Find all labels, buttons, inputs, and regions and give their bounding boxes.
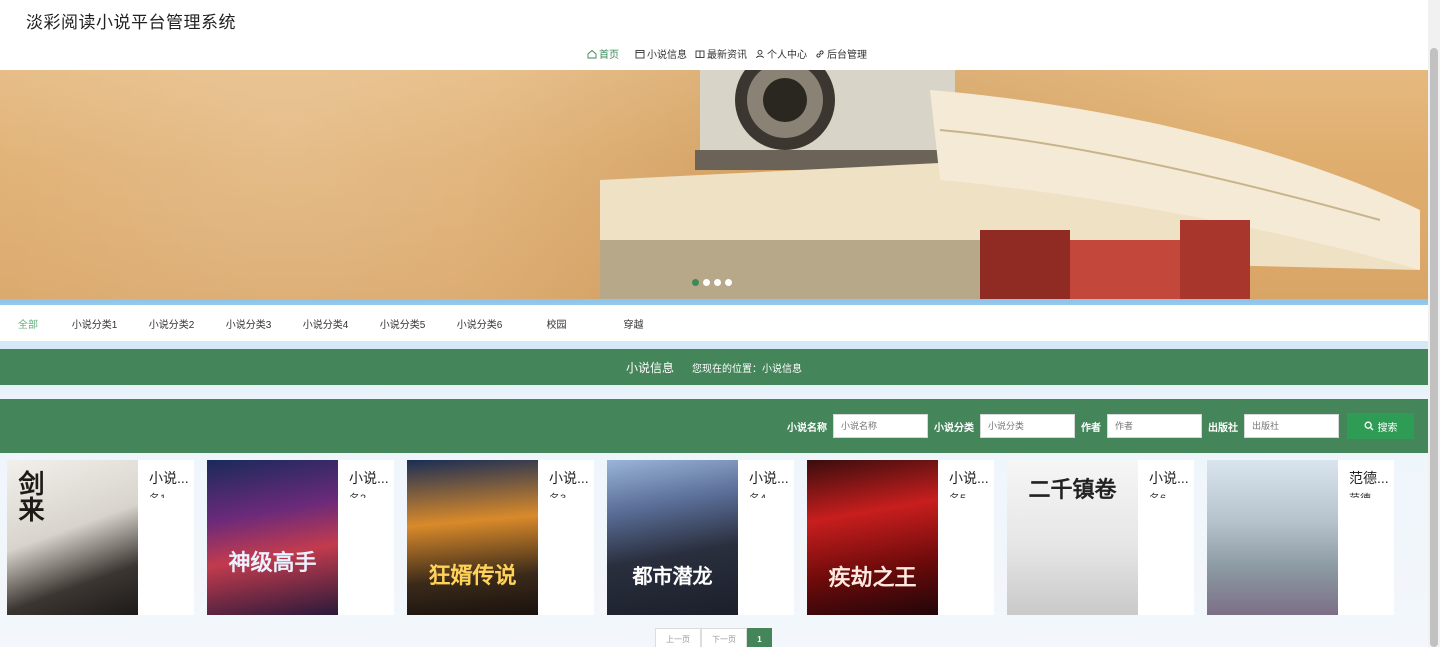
book-name[interactable]: 小说... (549, 468, 593, 488)
scrollbar[interactable] (1428, 0, 1440, 647)
section-title: 小说信息 (625, 360, 674, 375)
book-card[interactable]: 都市潜龙 小说... 名4 (607, 460, 794, 615)
book-cover-title: 二千镇卷 (1028, 477, 1117, 503)
book-name[interactable]: 小说... (949, 468, 993, 488)
calendar-icon (635, 49, 645, 58)
book-info: 小说... 名4 (738, 460, 793, 615)
book-card[interactable]: 狂婿传说 小说... 名3 (407, 460, 594, 615)
book-cover-title: 剑来 (14, 470, 44, 522)
search-icon (1364, 421, 1373, 431)
book-subtitle: 名3 (549, 490, 593, 498)
book-cover[interactable]: 疾劫之王 (807, 460, 938, 615)
section-title-bar: 小说信息 您现在的位置：小说信息 (0, 349, 1428, 385)
book-card[interactable]: 范德... 范德 (1207, 460, 1394, 615)
category-tab[interactable]: 小说分类6 (441, 316, 518, 331)
search-input-author[interactable] (1107, 414, 1202, 438)
nav-news-label: 最新资讯 (707, 50, 747, 61)
book-info: 小说... 名6 (1138, 460, 1193, 615)
book-name[interactable]: 小说... (349, 468, 393, 488)
book-info: 小说... 名5 (938, 460, 993, 615)
book-subtitle: 名1 (149, 490, 193, 498)
book-info: 小说... 名2 (338, 460, 393, 615)
category-tab[interactable]: 全部 (0, 316, 56, 331)
category-tab[interactable]: 小说分类1 (56, 316, 133, 331)
book-name[interactable]: 小说... (1149, 468, 1193, 488)
book-cover-title: 神级高手 (228, 550, 317, 576)
category-tab[interactable]: 小说分类3 (210, 316, 287, 331)
book-info: 范德... 范德 (1338, 460, 1393, 615)
main-nav: 首页 小说信息 最新资讯 个人中心 后台管理 (587, 46, 867, 61)
home-icon (587, 49, 597, 58)
search-button[interactable]: 搜索 (1347, 413, 1414, 439)
search-label-category: 小说分类 (934, 422, 974, 434)
carousel-dot-4[interactable] (725, 279, 732, 286)
nav-novels[interactable]: 小说信息 (635, 46, 687, 61)
site-title: 淡彩阅读小说平台管理系统 (26, 13, 236, 32)
search-label-publisher: 出版社 (1208, 422, 1238, 434)
user-icon (756, 49, 764, 58)
nav-profile-label: 个人中心 (767, 50, 807, 61)
book-cover[interactable]: 二千镇卷 (1007, 460, 1138, 615)
nav-admin-label: 后台管理 (827, 50, 867, 61)
book-name[interactable]: 小说... (149, 468, 193, 488)
book-subtitle: 名5 (949, 490, 993, 498)
search-input-publisher[interactable] (1244, 414, 1339, 438)
book-card[interactable]: 剑来 小说... 名1 (7, 460, 194, 615)
breadcrumb: 您现在的位置：小说信息 (692, 363, 802, 375)
banner-image (600, 70, 1420, 299)
book-card[interactable]: 神级高手 小说... 名2 (207, 460, 394, 615)
book-subtitle: 名4 (749, 490, 793, 498)
search-input-category[interactable] (980, 414, 1075, 438)
book-cover[interactable]: 剑来 (7, 460, 138, 615)
page-number-1[interactable]: 1 (747, 628, 772, 647)
nav-profile[interactable]: 个人中心 (755, 46, 807, 61)
book-list: 剑来 小说... 名1 神级高手 小说... 名2 狂婿传说 小说... 名3 都市潜龙 小说...… (7, 460, 1394, 615)
book-card[interactable]: 疾劫之王 小说... 名5 (807, 460, 994, 615)
nav-home[interactable]: 首页 (587, 46, 619, 61)
carousel-dot-2[interactable] (703, 279, 710, 286)
category-tab[interactable]: 穿越 (595, 316, 672, 331)
category-tab[interactable]: 校园 (518, 316, 595, 331)
nav-novels-label: 小说信息 (647, 50, 687, 61)
book-subtitle: 名6 (1149, 490, 1193, 498)
category-tab[interactable]: 小说分类2 (133, 316, 210, 331)
book-name[interactable]: 小说... (749, 468, 793, 488)
category-tab[interactable]: 小说分类4 (287, 316, 364, 331)
carousel-dot-3[interactable] (714, 279, 721, 286)
book-cover[interactable]: 狂婿传说 (407, 460, 538, 615)
book-cover-title: 狂婿传说 (428, 563, 517, 589)
news-icon (695, 50, 705, 58)
nav-news[interactable]: 最新资讯 (695, 46, 747, 61)
nav-home-label: 首页 (599, 50, 619, 61)
search-bar: 小说名称 小说分类 作者 出版社 搜索 (0, 399, 1428, 453)
search-label-name: 小说名称 (787, 422, 827, 434)
next-page-button[interactable]: 下一页 (701, 628, 747, 647)
pagination: 上一页 下一页 1 (655, 628, 772, 647)
prev-page-button[interactable]: 上一页 (655, 628, 701, 647)
search-button-label: 搜索 (1377, 422, 1398, 434)
book-cover[interactable]: 神级高手 (207, 460, 338, 615)
book-cover[interactable] (1207, 460, 1338, 615)
nav-admin[interactable]: 后台管理 (815, 46, 867, 61)
carousel-dots (692, 279, 732, 286)
scrollbar-thumb[interactable] (1430, 48, 1438, 647)
book-subtitle: 名2 (349, 490, 393, 498)
header: 淡彩阅读小说平台管理系统 首页 小说信息 最新资讯 个人中心 后台管理 (0, 0, 1428, 70)
banner-carousel[interactable] (0, 70, 1428, 299)
book-card[interactable]: 二千镇卷 小说... 名6 (1007, 460, 1194, 615)
category-tab[interactable]: 小说分类5 (364, 316, 441, 331)
search-label-author: 作者 (1081, 422, 1101, 434)
book-cover[interactable]: 都市潜龙 (607, 460, 738, 615)
book-subtitle: 范德 (1349, 490, 1393, 498)
carousel-dot-1[interactable] (692, 279, 699, 286)
book-cover-title: 都市潜龙 (632, 564, 713, 588)
link-icon (816, 49, 824, 58)
category-bar: 全部 小说分类1 小说分类2 小说分类3 小说分类4 小说分类5 小说分类6 校园 穿越 (0, 305, 1428, 341)
book-name[interactable]: 范德... (1349, 468, 1393, 488)
search-input-name[interactable] (833, 414, 928, 438)
book-info: 小说... 名1 (138, 460, 193, 615)
book-cover-title: 疾劫之王 (828, 565, 917, 591)
book-info: 小说... 名3 (538, 460, 593, 615)
